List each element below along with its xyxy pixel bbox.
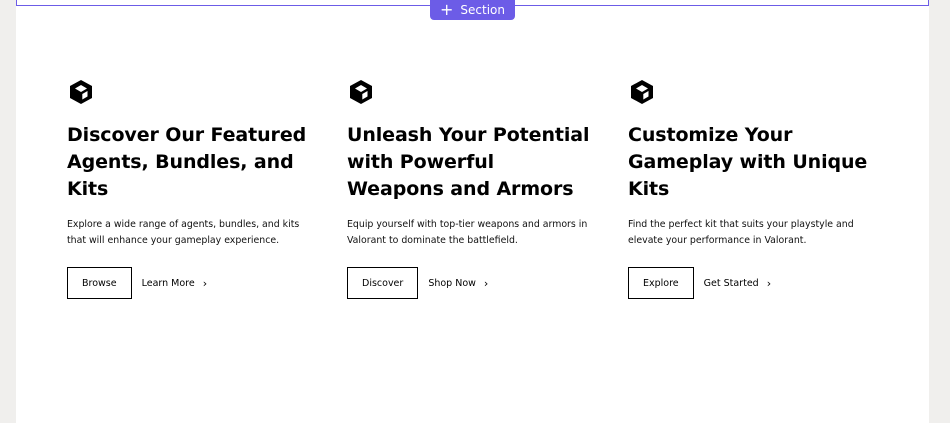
feature-actions: Discover Shop Now › (347, 267, 597, 299)
feature-card-3: Customize Your Gameplay with Unique Kits… (628, 78, 878, 299)
learn-more-link[interactable]: Learn More › (142, 277, 208, 290)
plus-icon: + (440, 0, 454, 19)
feature-description: Explore a wide range of agents, bundles,… (67, 219, 300, 246)
get-started-link[interactable]: Get Started › (704, 277, 771, 290)
cube-icon (70, 80, 92, 104)
link-label: Shop Now (428, 277, 476, 289)
chevron-right-icon: › (483, 276, 489, 290)
feature-actions: Browse Learn More › (67, 267, 317, 299)
link-label: Get Started (703, 277, 759, 289)
feature-description: Find the perfect kit that suits your pla… (628, 219, 854, 246)
link-label: Learn More (141, 277, 195, 289)
feature-card-2: Unleash Your Potential with Powerful Wea… (347, 78, 597, 299)
feature-title: Unleash Your Potential with Powerful Wea… (347, 124, 590, 200)
chevron-right-icon: › (766, 276, 772, 290)
shop-now-link[interactable]: Shop Now › (428, 277, 488, 290)
cube-icon (631, 80, 653, 104)
add-section-label: Section (460, 3, 505, 17)
feature-card-1: Discover Our Featured Agents, Bundles, a… (67, 78, 317, 299)
feature-title: Customize Your Gameplay with Unique Kits (628, 124, 868, 200)
browse-button[interactable]: Browse (67, 267, 132, 299)
feature-actions: Explore Get Started › (628, 267, 878, 299)
chevron-right-icon: › (202, 276, 208, 290)
discover-button[interactable]: Discover (347, 267, 419, 299)
feature-description: Equip yourself with top-tier weapons and… (347, 219, 588, 246)
page-canvas: + Section Discover Our Featured Agents, … (16, 0, 929, 423)
add-section-button[interactable]: + Section (430, 0, 515, 20)
explore-button[interactable]: Explore (628, 267, 694, 299)
cube-icon (350, 80, 372, 104)
feature-title: Discover Our Featured Agents, Bundles, a… (67, 124, 307, 200)
